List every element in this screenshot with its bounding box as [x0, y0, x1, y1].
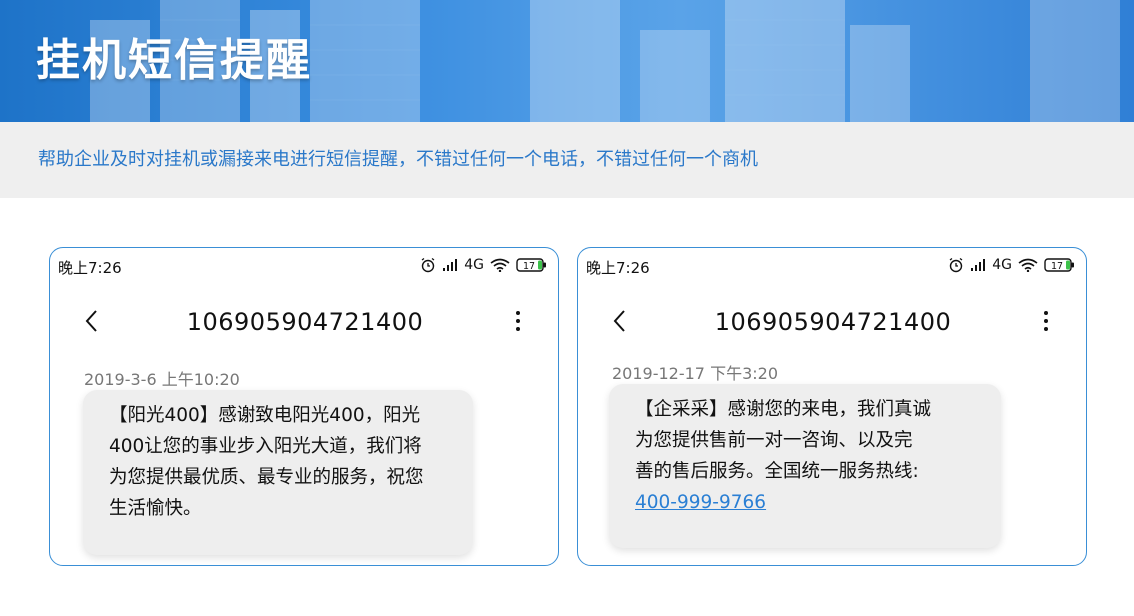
status-bar-time: 晚上7:26: [58, 259, 122, 277]
message-line: 生活愉快。: [109, 498, 202, 519]
status-bar-time: 晚上7:26: [586, 259, 650, 277]
network-type: 4G: [464, 257, 484, 273]
battery-level: 17: [1051, 261, 1063, 272]
phone-screenshot-card: 晚上7:26 4G 17 106905904721400 2019-: [577, 247, 1087, 566]
signal-icon: [971, 259, 986, 271]
more-options-icon[interactable]: [514, 308, 522, 334]
message-line: 【阳光400】感谢致电阳光400，阳光: [109, 405, 421, 426]
more-options-icon[interactable]: [1042, 308, 1050, 334]
header-banner: 挂机短信提醒: [0, 0, 1134, 122]
wifi-icon: [490, 258, 510, 272]
message-timestamp: 2019-12-17 下午3:20: [612, 364, 779, 383]
message-timestamp: 2019-3-6 上午10:20: [84, 370, 240, 389]
message-line: 400让您的事业步入阳光大道，我们将: [109, 436, 422, 457]
network-type: 4G: [992, 257, 1012, 273]
battery-icon: 17: [516, 258, 546, 272]
message-bubble: 【企采采】感谢您的来电，我们真诚 为您提供售前一对一咨询、以及完 善的售后服务。…: [609, 384, 1001, 548]
message-bubble: 【阳光400】感谢致电阳光400，阳光 400让您的事业步入阳光大道，我们将 为…: [83, 390, 473, 555]
alarm-icon: [421, 257, 435, 273]
message-line: 为您提供售前一对一咨询、以及完: [635, 430, 913, 451]
sender-number: 106905904721400: [186, 308, 424, 336]
sender-number: 106905904721400: [714, 308, 952, 336]
hotline-link[interactable]: 400-999-9766: [635, 492, 766, 513]
page-title: 挂机短信提醒: [36, 35, 312, 86]
wifi-icon: [1018, 258, 1038, 272]
status-bar-icons: 4G 17: [948, 256, 1076, 274]
signal-icon: [443, 259, 458, 271]
phone-screenshot-card: 晚上7:26 4G 17 106905904721400 2019-: [49, 247, 559, 566]
subtitle-text: 帮助企业及时对挂机或漏接来电进行短信提醒，不错过任何一个电话，不错过任何一个商机: [38, 149, 758, 170]
battery-level: 17: [523, 261, 535, 272]
status-bar-icons: 4G 17: [420, 256, 548, 274]
message-line: 善的售后服务。全国统一服务热线:: [635, 461, 919, 482]
message-line: 【企采采】感谢您的来电，我们真诚: [635, 399, 932, 420]
message-line: 为您提供最优质、最专业的服务，祝您: [109, 467, 424, 488]
subtitle-strip: 帮助企业及时对挂机或漏接来电进行短信提醒，不错过任何一个电话，不错过任何一个商机: [0, 122, 1134, 198]
battery-icon: 17: [1044, 258, 1074, 272]
alarm-icon: [949, 257, 963, 273]
